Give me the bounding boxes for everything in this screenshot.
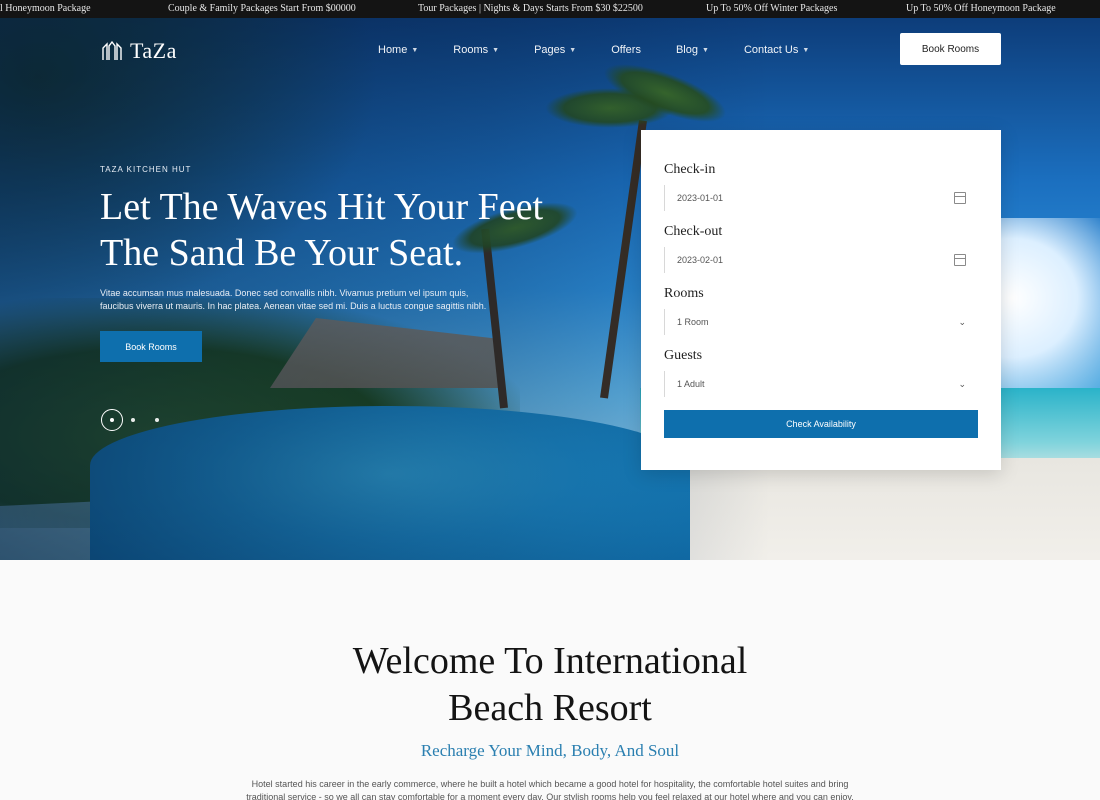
nav-menu: Home ▼ Rooms ▼ Pages ▼ Offers Blog ▼ Contact… <box>378 44 844 56</box>
nav-label: Blog <box>675 44 698 56</box>
chevron-down-icon: ⌄ <box>958 378 966 389</box>
welcome-section: Welcome To International Beach Resort Re… <box>0 560 1100 800</box>
checkout-label: Check-out <box>664 224 723 239</box>
slide-dot[interactable] <box>131 418 135 422</box>
nav-item-rooms[interactable]: Rooms ▼ <box>453 44 499 56</box>
ticker-item[interactable]: Couple & Family Packages Start From $000… <box>168 0 356 18</box>
book-rooms-button[interactable]: Book Rooms <box>900 33 1001 65</box>
nav-label: Rooms <box>453 44 489 56</box>
welcome-body: Hotel started his career in the early co… <box>246 779 854 800</box>
nav-label: Home <box>378 44 408 56</box>
guests-label: Guests <box>664 348 703 363</box>
welcome-subtitle: Recharge Your Mind, Body, And Soul <box>420 741 680 760</box>
headline-line: Let The Waves Hit Your Feet <box>100 186 544 228</box>
checkout-value: 2023-02-01 <box>677 255 724 265</box>
chevron-down-icon: ▼ <box>802 46 810 54</box>
nav-label: Contact Us <box>743 44 799 56</box>
nav-item-blog[interactable]: Blog ▼ <box>676 44 709 56</box>
main-navigation: TaZa Home ▼ Rooms ▼ Pages ▼ Offers Blog ▼ Co… <box>0 18 1100 82</box>
welcome-title-line: Beach Resort <box>448 687 652 729</box>
guests-select[interactable]: 1 Adult ⌄ <box>664 371 978 397</box>
checkin-label: Check-in <box>664 162 716 177</box>
ticker-item[interactable]: l Honeymoon Package <box>0 0 91 18</box>
slide-dot[interactable] <box>155 418 159 422</box>
nav-item-contact[interactable]: Contact Us ▼ <box>744 44 809 56</box>
rooms-select[interactable]: 1 Room ⌄ <box>664 309 978 335</box>
calendar-icon[interactable] <box>954 254 966 266</box>
welcome-title-line: Welcome To International <box>352 640 748 682</box>
calendar-icon[interactable] <box>954 192 966 204</box>
hero-headline: Let The Waves Hit Your Feet The Sand Be … <box>100 184 543 276</box>
nav-item-offers[interactable]: Offers <box>611 44 641 56</box>
chevron-down-icon: ▼ <box>411 46 419 54</box>
rooms-value: 1 Room <box>677 317 709 327</box>
welcome-title: Welcome To International Beach Resort <box>250 638 850 732</box>
chevron-down-icon: ▼ <box>569 46 577 54</box>
slider-pagination <box>101 409 179 431</box>
nav-item-home[interactable]: Home ▼ <box>378 44 418 56</box>
site-logo[interactable]: TaZa <box>100 38 177 64</box>
nav-label: Offers <box>611 44 641 56</box>
slide-dot-active[interactable] <box>101 409 123 431</box>
nav-label: Pages <box>534 44 566 56</box>
logo-icon <box>102 40 122 60</box>
checkin-field[interactable]: 2023-01-01 <box>664 185 978 211</box>
hero-book-button[interactable]: Book Rooms <box>100 331 202 362</box>
logo-text: TaZa <box>130 38 177 63</box>
ticker-item[interactable]: Tour Packages | Nights & Days Starts Fro… <box>418 0 643 18</box>
ticker-item[interactable]: Up To 50% Off Winter Packages <box>706 0 837 18</box>
headline-line: The Sand Be Your Seat. <box>100 232 464 274</box>
booking-form: Check-in 2023-01-01 Check-out 2023-02-01… <box>641 130 1001 470</box>
chevron-down-icon: ▼ <box>492 46 500 54</box>
check-availability-button[interactable]: Check Availability <box>664 410 978 438</box>
nav-item-pages[interactable]: Pages ▼ <box>534 44 576 56</box>
rooms-label: Rooms <box>664 286 704 301</box>
checkin-value: 2023-01-01 <box>677 193 724 203</box>
checkout-field[interactable]: 2023-02-01 <box>664 247 978 273</box>
hero-eyebrow: TAZA KITCHEN HUT <box>100 165 192 174</box>
chevron-down-icon: ⌄ <box>958 316 966 327</box>
ticker-item[interactable]: Up To 50% Off Honeymoon Package <box>906 0 1056 18</box>
hero-description: Vitae accumsan mus malesuada. Donec sed … <box>100 288 487 311</box>
chevron-down-icon: ▼ <box>702 46 709 54</box>
announcement-ticker: l Honeymoon Package Couple & Family Pack… <box>0 0 1100 18</box>
guests-value: 1 Adult <box>677 379 705 389</box>
